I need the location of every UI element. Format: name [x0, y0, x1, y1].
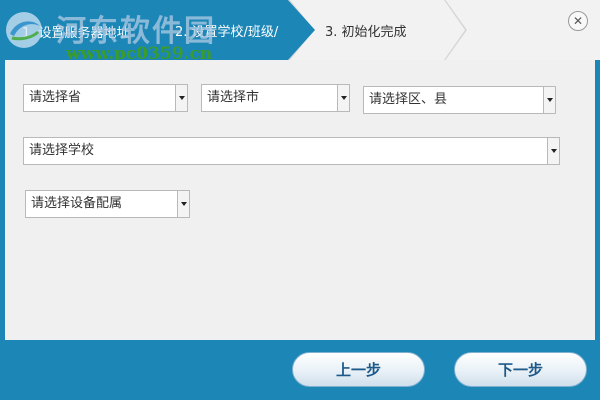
form-panel: 请选择省 请选择市 请选择区、县 请选择学校 请选择设备配属 [5, 60, 595, 340]
chevron-down-icon [175, 85, 187, 111]
province-select[interactable]: 请选择省 [23, 84, 188, 112]
step-3-label: 3. 初始化完成 [325, 24, 407, 40]
watermark-logo-icon [6, 12, 42, 48]
close-icon[interactable]: ✕ [568, 11, 588, 31]
previous-step-button[interactable]: 上一步 [292, 352, 425, 387]
city-select[interactable]: 请选择市 [201, 84, 350, 112]
watermark-url: www.pc0359.cn [66, 44, 213, 60]
next-step-button[interactable]: 下一步 [454, 352, 587, 387]
step-3-tab: 3. 初始化完成 [290, 0, 465, 60]
step-progress-bar: 1. 设置服务器地址 2. 设置学校/班级/ 3. 初始化完成 河东软件园 ww… [0, 0, 600, 60]
district-select[interactable]: 请选择区、县 [363, 86, 556, 114]
setup-window: 1. 设置服务器地址 2. 设置学校/班级/ 3. 初始化完成 河东软件园 ww… [0, 0, 600, 400]
school-select[interactable]: 请选择学校 [23, 137, 560, 165]
device-select-value: 请选择设备配属 [31, 196, 123, 211]
chevron-down-icon [177, 191, 189, 217]
chevron-down-icon [547, 138, 559, 164]
province-select-value: 请选择省 [29, 90, 82, 105]
school-select-value: 请选择学校 [29, 143, 95, 158]
city-select-value: 请选择市 [207, 90, 260, 105]
device-select[interactable]: 请选择设备配属 [25, 190, 190, 218]
chevron-down-icon [543, 87, 555, 113]
district-select-value: 请选择区、县 [369, 92, 448, 107]
chevron-down-icon [337, 85, 349, 111]
